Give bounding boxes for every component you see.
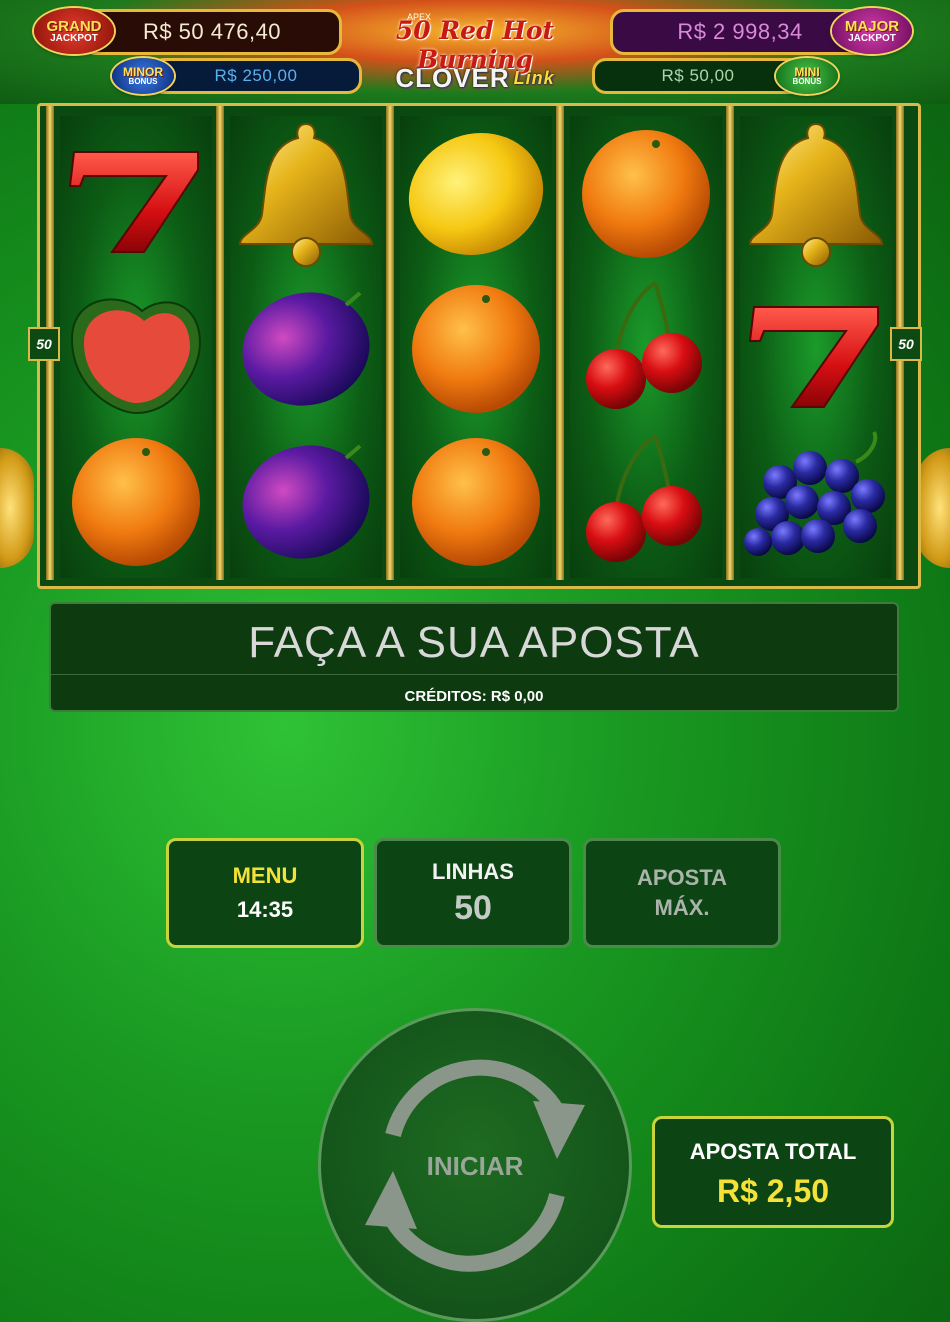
grand-jackpot-word1: GRAND bbox=[46, 17, 102, 35]
line-count-marker-right: 50 bbox=[890, 327, 922, 361]
major-jackpot-word1: MAJOR bbox=[844, 17, 900, 35]
place-bet-message: FAÇA A SUA APOSTA bbox=[248, 618, 700, 667]
lemon-icon bbox=[408, 133, 544, 255]
mini-bonus-word2: BONUS bbox=[792, 77, 822, 86]
major-jackpot-field: R$ 2 998,34 bbox=[610, 9, 870, 55]
reel-area bbox=[37, 103, 921, 589]
game-title-logo: APEX 50 Red Hot Burning CLOVER Link bbox=[345, 4, 605, 100]
orange-icon bbox=[412, 285, 540, 413]
total-bet-label: APOSTA TOTAL bbox=[689, 1139, 857, 1164]
spin-label: INICIAR bbox=[426, 1151, 524, 1181]
menu-label: MENU bbox=[232, 863, 298, 888]
major-jackpot-badge: MAJOR JACKPOT bbox=[832, 8, 912, 54]
clock-time: 14:35 bbox=[236, 897, 294, 922]
message-panel: FAÇA A SUA APOSTA CRÉDITOS: R$ 0,00 bbox=[49, 602, 899, 712]
title-clover: CLOVER bbox=[395, 62, 510, 93]
right-side-ornament bbox=[916, 448, 950, 568]
title-clover-link: CLOVER Link bbox=[367, 60, 583, 96]
minor-bonus-badge: MINOR BONUS bbox=[112, 58, 174, 94]
menu-button[interactable]: MENU 14:35 bbox=[166, 838, 364, 948]
grand-jackpot-badge: GRAND JACKPOT bbox=[34, 8, 114, 54]
bell-icon bbox=[238, 122, 374, 267]
plum-icon bbox=[242, 291, 370, 406]
cherry-icon bbox=[586, 281, 702, 409]
reel-symbols bbox=[68, 122, 885, 566]
credits-display: CRÉDITOS: R$ 0,00 bbox=[404, 688, 544, 705]
mini-bonus-value: R$ 50,00 bbox=[661, 66, 735, 85]
minor-bonus-value: R$ 250,00 bbox=[214, 66, 298, 85]
title-link: Link bbox=[513, 67, 555, 88]
cherry-icon bbox=[586, 434, 702, 562]
mini-bonus-badge: MINI BONUS bbox=[776, 58, 838, 94]
seven-icon bbox=[748, 306, 879, 408]
major-jackpot-value: R$ 2 998,34 bbox=[677, 19, 803, 44]
minor-bonus-field: R$ 250,00 bbox=[150, 58, 362, 94]
plum-icon bbox=[242, 444, 370, 559]
spin-button[interactable]: INICIAR bbox=[318, 1008, 632, 1322]
lines-value: 50 bbox=[454, 888, 492, 927]
bell-icon bbox=[748, 122, 884, 267]
total-bet-display[interactable]: APOSTA TOTAL R$ 2,50 bbox=[652, 1116, 894, 1228]
orange-icon bbox=[72, 438, 200, 566]
grapes-icon bbox=[744, 431, 885, 556]
lines-button[interactable]: LINHAS 50 bbox=[374, 838, 572, 948]
grand-jackpot-field: R$ 50 476,40 bbox=[82, 9, 342, 55]
total-bet-value: R$ 2,50 bbox=[716, 1173, 830, 1209]
max-bet-button[interactable]: APOSTA MÁX. bbox=[583, 838, 781, 948]
line-count-left: 50 bbox=[36, 336, 52, 352]
orange-icon bbox=[412, 438, 540, 566]
watermelon-icon bbox=[70, 298, 202, 415]
seven-icon bbox=[68, 151, 199, 253]
line-count-right: 50 bbox=[898, 336, 914, 352]
orange-icon bbox=[582, 130, 710, 258]
mini-bonus-field: R$ 50,00 bbox=[592, 58, 804, 94]
max-bet-label-line1: APOSTA bbox=[636, 865, 728, 890]
minor-bonus-word2: BONUS bbox=[128, 77, 158, 86]
max-bet-label-line2: MÁX. bbox=[654, 895, 710, 920]
lines-label: LINHAS bbox=[432, 858, 514, 884]
left-side-ornament bbox=[0, 448, 34, 568]
message-divider bbox=[51, 674, 897, 675]
grand-jackpot-value: R$ 50 476,40 bbox=[142, 19, 282, 44]
line-count-marker-left: 50 bbox=[28, 327, 60, 361]
grand-jackpot-word2: JACKPOT bbox=[50, 32, 98, 44]
major-jackpot-word2: JACKPOT bbox=[848, 32, 896, 44]
